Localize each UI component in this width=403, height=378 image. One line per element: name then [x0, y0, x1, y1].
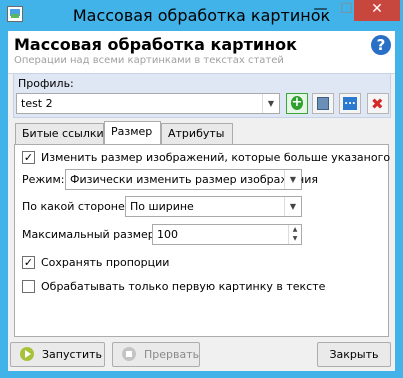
minimize-button[interactable]: — — [307, 0, 334, 21]
run-button-label: Запустить — [42, 348, 102, 361]
dialog-header: Массовая обработка картинок Операции над… — [8, 31, 395, 74]
resize-checkbox-label[interactable]: Изменить размер изображений, которые бол… — [41, 151, 390, 164]
run-button[interactable]: Запустить — [10, 342, 105, 367]
max-size-value[interactable]: 100 — [157, 228, 178, 241]
more-options-button[interactable]: ... — [339, 93, 361, 114]
play-icon — [20, 347, 34, 361]
resize-checkbox[interactable]: ✓ — [22, 151, 35, 164]
close-button-label: Закрыть — [329, 348, 379, 361]
max-size-stepper[interactable]: 100 ▲ ▼ — [152, 224, 302, 245]
mode-select[interactable]: Физически изменить размер изображения ▼ — [65, 169, 318, 190]
side-select[interactable]: По ширине ▼ — [125, 196, 302, 217]
close-window-button[interactable]: ✕ — [354, 0, 400, 21]
chevron-down-icon[interactable]: ▼ — [262, 94, 279, 113]
keep-proportions-checkbox[interactable]: ✓ — [22, 256, 35, 269]
dialog-client-area: Массовая обработка картинок Операции над… — [8, 31, 395, 371]
tab-attributes[interactable]: Атрибуты — [161, 123, 233, 144]
add-icon: + — [291, 95, 303, 110]
mode-label: Режим: — [22, 173, 65, 186]
chevron-down-icon[interactable]: ▼ — [284, 197, 301, 216]
more-icon: ... — [343, 97, 357, 110]
delete-icon: ✖ — [371, 95, 384, 113]
page-title: Массовая обработка картинок — [14, 35, 298, 54]
profile-label: Профиль: — [18, 77, 74, 90]
side-select-value: По ширине — [130, 200, 194, 213]
delete-profile-button[interactable]: ✖ — [367, 93, 389, 114]
page-subtitle: Операции над всеми картинками в текстах … — [14, 55, 284, 66]
dialog-window: Массовая обработка картинок — ☐ ✕ Массов… — [0, 0, 403, 378]
help-icon[interactable]: ? — [371, 35, 391, 55]
spin-arrows-icon[interactable]: ▲ ▼ — [288, 225, 301, 244]
add-profile-button[interactable]: + — [286, 93, 308, 114]
tab-size[interactable]: Размер — [104, 121, 161, 144]
profile-panel: Профиль: test 2 ▼ + ... ✖ — [13, 73, 391, 118]
first-only-label[interactable]: Обрабатывать только первую картинку в те… — [41, 280, 325, 293]
side-label: По какой стороне: — [22, 200, 129, 213]
profile-select-value: test 2 — [21, 97, 53, 110]
max-size-label: Максимальный размер: — [22, 228, 159, 241]
stop-icon — [122, 347, 136, 361]
mode-select-value: Физически изменить размер изображения — [70, 173, 318, 186]
stop-button[interactable]: Прервать — [112, 342, 200, 367]
keep-proportions-label[interactable]: Сохранять пропорции — [41, 256, 169, 269]
tab-broken-links[interactable]: Битые ссылки — [15, 123, 104, 144]
save-profile-button[interactable] — [312, 93, 334, 114]
first-only-checkbox[interactable] — [22, 280, 35, 293]
close-button[interactable]: Закрыть — [317, 342, 391, 367]
chevron-down-icon[interactable]: ▼ — [284, 170, 301, 189]
stop-button-label: Прервать — [144, 348, 200, 361]
size-tab-panel: ✓ Изменить размер изображений, которые б… — [14, 144, 390, 337]
save-icon — [317, 97, 329, 110]
title-bar[interactable]: Массовая обработка картинок — ☐ ✕ — [0, 0, 403, 30]
profile-select[interactable]: test 2 ▼ — [16, 93, 280, 114]
